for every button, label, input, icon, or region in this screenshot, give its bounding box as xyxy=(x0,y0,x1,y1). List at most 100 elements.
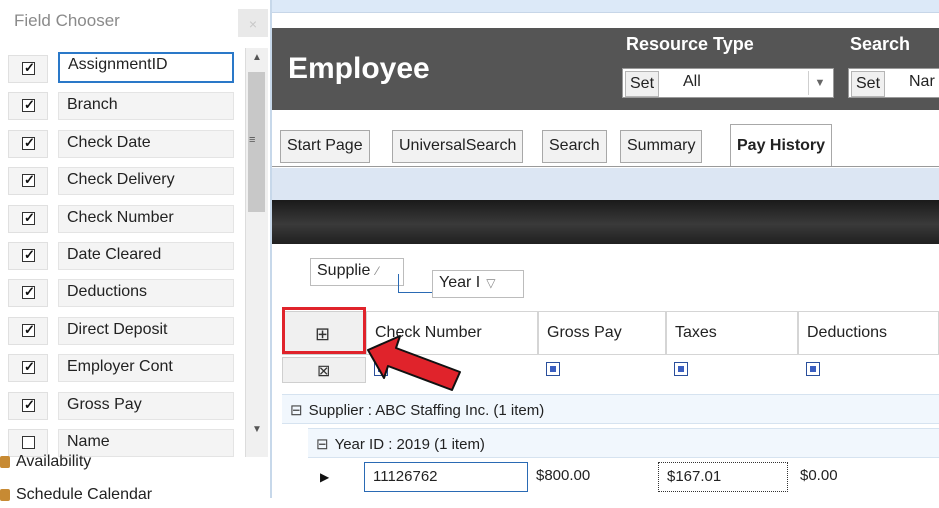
field-label[interactable]: Employer Cont xyxy=(58,354,234,383)
group-row-year[interactable]: ⊟ Year ID : 2019 (1 item) xyxy=(308,428,939,458)
filter-checkbox-deductions[interactable] xyxy=(806,362,820,376)
collapse-icon[interactable]: ⊟ xyxy=(290,402,303,419)
field-chooser-button-highlight xyxy=(282,307,366,354)
field-checkbox[interactable]: ✓ xyxy=(8,129,48,158)
nav-item-availability[interactable]: Availability xyxy=(0,453,250,475)
sort-icon: ⁄ xyxy=(376,264,379,278)
collapse-icon[interactable]: ⊟ xyxy=(316,436,329,453)
field-row-branch[interactable]: ✓ Branch xyxy=(0,84,252,121)
row-indicator-icon: ▶ xyxy=(320,470,330,484)
group-chip-label: Supplie xyxy=(317,262,371,279)
calendar-icon xyxy=(0,456,10,468)
field-label[interactable]: Direct Deposit xyxy=(58,316,234,345)
field-checkbox[interactable]: ✓ xyxy=(8,354,48,383)
employee-window: Employee Resource Type Set All ▼ Search … xyxy=(272,0,939,498)
cell-check-number[interactable]: 11126762 xyxy=(364,462,528,492)
scroll-up-icon[interactable]: ▲ xyxy=(246,52,268,70)
field-checkbox[interactable]: ✓ xyxy=(8,92,48,121)
filter-checkbox-taxes[interactable] xyxy=(674,362,688,376)
cell-deductions[interactable]: $0.00 xyxy=(792,462,939,492)
field-checkbox[interactable]: ✓ xyxy=(8,279,48,308)
field-checkbox[interactable]: ✓ xyxy=(8,241,48,270)
clear-filter-button[interactable]: ⊠ xyxy=(282,357,366,383)
field-row-check-delivery[interactable]: ✓ Check Delivery xyxy=(0,159,252,196)
field-row-assignmentid[interactable]: ✓ AssignmentID xyxy=(0,47,252,84)
field-row-check-date[interactable]: ✓ Check Date xyxy=(0,122,252,159)
field-row-date-cleared[interactable]: ✓ Date Cleared xyxy=(0,234,252,271)
field-checkbox[interactable]: ✓ xyxy=(8,316,48,345)
check-icon: ✓ xyxy=(24,396,35,412)
field-row-check-number[interactable]: ✓ Check Number xyxy=(0,197,252,234)
field-label[interactable]: Branch xyxy=(58,92,234,121)
group-row-label: Supplier : ABC Staffing Inc. (1 item) xyxy=(308,402,545,419)
search-label: Search xyxy=(850,34,911,54)
filter-icon: ▽ xyxy=(486,276,496,290)
group-chip-supplier[interactable]: Supplie ⁄ xyxy=(310,258,404,286)
field-label[interactable]: Gross Pay xyxy=(58,391,234,420)
group-row-supplier[interactable]: ⊟ Supplier : ABC Staffing Inc. (1 item) xyxy=(282,394,939,424)
calendar-icon xyxy=(0,489,10,501)
column-header-taxes[interactable]: Taxes xyxy=(666,311,798,355)
page-title: Employee xyxy=(288,52,430,85)
tab-start-page[interactable]: Start Page xyxy=(280,130,370,163)
field-label[interactable]: AssignmentID xyxy=(58,52,234,83)
ribbon-band xyxy=(272,168,939,200)
nav-item-label: Schedule Calendar xyxy=(16,486,153,503)
check-icon: ✓ xyxy=(24,209,35,225)
check-icon: ✓ xyxy=(24,359,35,375)
table-row[interactable]: ▶ 11126762 $800.00 $167.01 $0.00 xyxy=(320,462,939,494)
tab-summary[interactable]: Summary xyxy=(620,130,703,163)
cell-taxes[interactable]: $167.01 xyxy=(658,462,788,492)
scroll-down-icon[interactable]: ▼ xyxy=(246,424,268,442)
search-set-button[interactable]: Set xyxy=(851,71,886,97)
resource-type-combo[interactable]: Set All ▼ xyxy=(622,68,834,98)
group-chip-year[interactable]: Year I ▽ xyxy=(432,270,524,298)
annotation-arrow xyxy=(367,335,461,391)
field-label[interactable]: Date Cleared xyxy=(58,241,234,270)
resource-type-label: Resource Type xyxy=(626,34,754,54)
field-checkbox[interactable]: ✓ xyxy=(8,167,48,196)
field-chooser-title: Field Chooser xyxy=(14,11,120,30)
group-row-label: Year ID : 2019 (1 item) xyxy=(334,436,485,453)
filter-checkbox-gross-pay[interactable] xyxy=(546,362,560,376)
nav-item-label: Availability xyxy=(16,453,92,470)
check-icon: ✓ xyxy=(24,284,35,300)
search-combo[interactable]: Set Nar xyxy=(848,68,939,98)
employee-header: Employee Resource Type Set All ▼ Search … xyxy=(272,28,939,110)
field-list-scrollbar[interactable]: ▲ ≡ ▼ xyxy=(245,48,268,457)
grip-icon: ≡ xyxy=(249,134,256,146)
field-chooser-panel: Field Chooser × ✓ AssignmentID ✓ Branch … xyxy=(0,0,270,503)
field-label[interactable]: Check Number xyxy=(58,204,234,233)
field-label[interactable]: Check Delivery xyxy=(58,167,234,196)
field-row-gross-pay[interactable]: ✓ Gross Pay xyxy=(0,384,252,421)
check-icon: ✓ xyxy=(24,321,35,337)
field-label[interactable]: Deductions xyxy=(58,279,234,308)
check-icon: ✓ xyxy=(24,246,35,262)
resource-type-set-button[interactable]: Set xyxy=(625,71,660,97)
nav-item-schedule-calendar[interactable]: Schedule Calendar xyxy=(0,486,250,508)
grid-title-bar xyxy=(272,200,939,244)
cell-gross-pay[interactable]: $800.00 xyxy=(528,462,656,492)
check-icon: ✓ xyxy=(24,134,35,150)
tab-universalsearch[interactable]: UniversalSearch xyxy=(392,130,524,163)
field-row-direct-deposit[interactable]: ✓ Direct Deposit xyxy=(0,309,252,346)
group-chip-label: Year I xyxy=(439,274,481,291)
field-checkbox[interactable]: ✓ xyxy=(8,55,48,83)
chevron-down-icon[interactable]: ▼ xyxy=(808,71,831,95)
search-value: Nar xyxy=(909,73,935,90)
group-connector xyxy=(398,274,433,293)
field-label[interactable]: Check Date xyxy=(58,129,234,158)
field-row-deductions[interactable]: ✓ Deductions xyxy=(0,271,252,308)
field-checkbox[interactable]: ✓ xyxy=(8,204,48,233)
column-header-deductions[interactable]: Deductions xyxy=(798,311,939,355)
check-icon: ✓ xyxy=(24,60,35,75)
tab-pay-history[interactable]: Pay History xyxy=(730,124,833,166)
field-row-employer-cont[interactable]: ✓ Employer Cont xyxy=(0,346,252,383)
field-checkbox[interactable]: ✓ xyxy=(8,391,48,420)
close-icon[interactable]: × xyxy=(238,9,268,37)
field-list: ✓ AssignmentID ✓ Branch ✓ Check Date ✓ C… xyxy=(0,47,252,458)
tab-search[interactable]: Search xyxy=(542,130,607,163)
check-icon: ✓ xyxy=(24,172,35,188)
column-header-gross-pay[interactable]: Gross Pay xyxy=(538,311,666,355)
check-icon: ✓ xyxy=(24,97,35,113)
